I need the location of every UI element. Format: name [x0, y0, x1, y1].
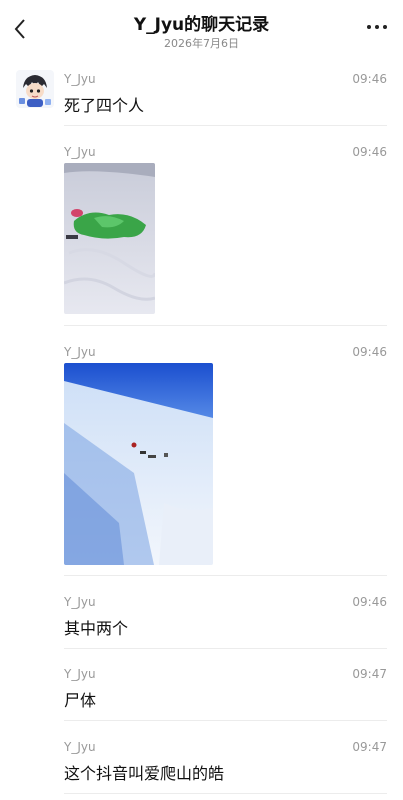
divider — [64, 793, 387, 794]
sender-name: Y_Jyu — [64, 740, 96, 754]
message-item: Y_Jyu 09:46 — [64, 145, 387, 315]
snow-photo-green-tarp[interactable] — [64, 163, 155, 314]
message-time: 09:47 — [352, 740, 387, 754]
divider — [64, 720, 387, 721]
header-bar: Y_Jyu的聊天记录 2026年7月6日 — [0, 0, 403, 56]
sender-name: Y_Jyu — [64, 72, 96, 86]
sender-name: Y_Jyu — [64, 595, 96, 609]
more-dots-icon — [367, 25, 387, 29]
message-time: 09:46 — [352, 595, 387, 609]
chat-date: 2026年7月6日 — [164, 37, 239, 50]
more-button[interactable] — [365, 18, 389, 36]
message-time: 09:46 — [352, 145, 387, 159]
message-time: 09:46 — [352, 345, 387, 359]
sender-name: Y_Jyu — [64, 667, 96, 681]
message-text: 其中两个 — [64, 619, 129, 638]
message-item: Y_Jyu 09:47 这个抖音叫爱爬山的皓 — [64, 740, 387, 783]
message-text: 尸体 — [64, 691, 97, 710]
message-text: 这个抖音叫爱爬山的皓 — [64, 764, 225, 783]
message-time: 09:47 — [352, 667, 387, 681]
message-item: Y_Jyu 09:47 尸体 — [64, 667, 387, 710]
message-text: 死了四个人 — [64, 96, 145, 115]
message-item: Y_Jyu 09:46 其中两个 — [64, 595, 387, 638]
divider — [64, 575, 387, 576]
divider — [64, 648, 387, 649]
divider — [64, 325, 387, 326]
cartoon-avatar-icon — [16, 70, 54, 108]
divider — [64, 125, 387, 126]
snow-photo-blue-sky[interactable] — [64, 363, 213, 565]
message-item: Y_Jyu 09:46 — [64, 345, 387, 565]
sender-name: Y_Jyu — [64, 345, 96, 359]
message-time: 09:46 — [352, 72, 387, 86]
message-item: Y_Jyu 09:46 死了四个人 — [64, 72, 387, 115]
sender-name: Y_Jyu — [64, 145, 96, 159]
avatar[interactable] — [16, 70, 54, 108]
page-title: Y_Jyu的聊天记录 — [133, 15, 270, 35]
